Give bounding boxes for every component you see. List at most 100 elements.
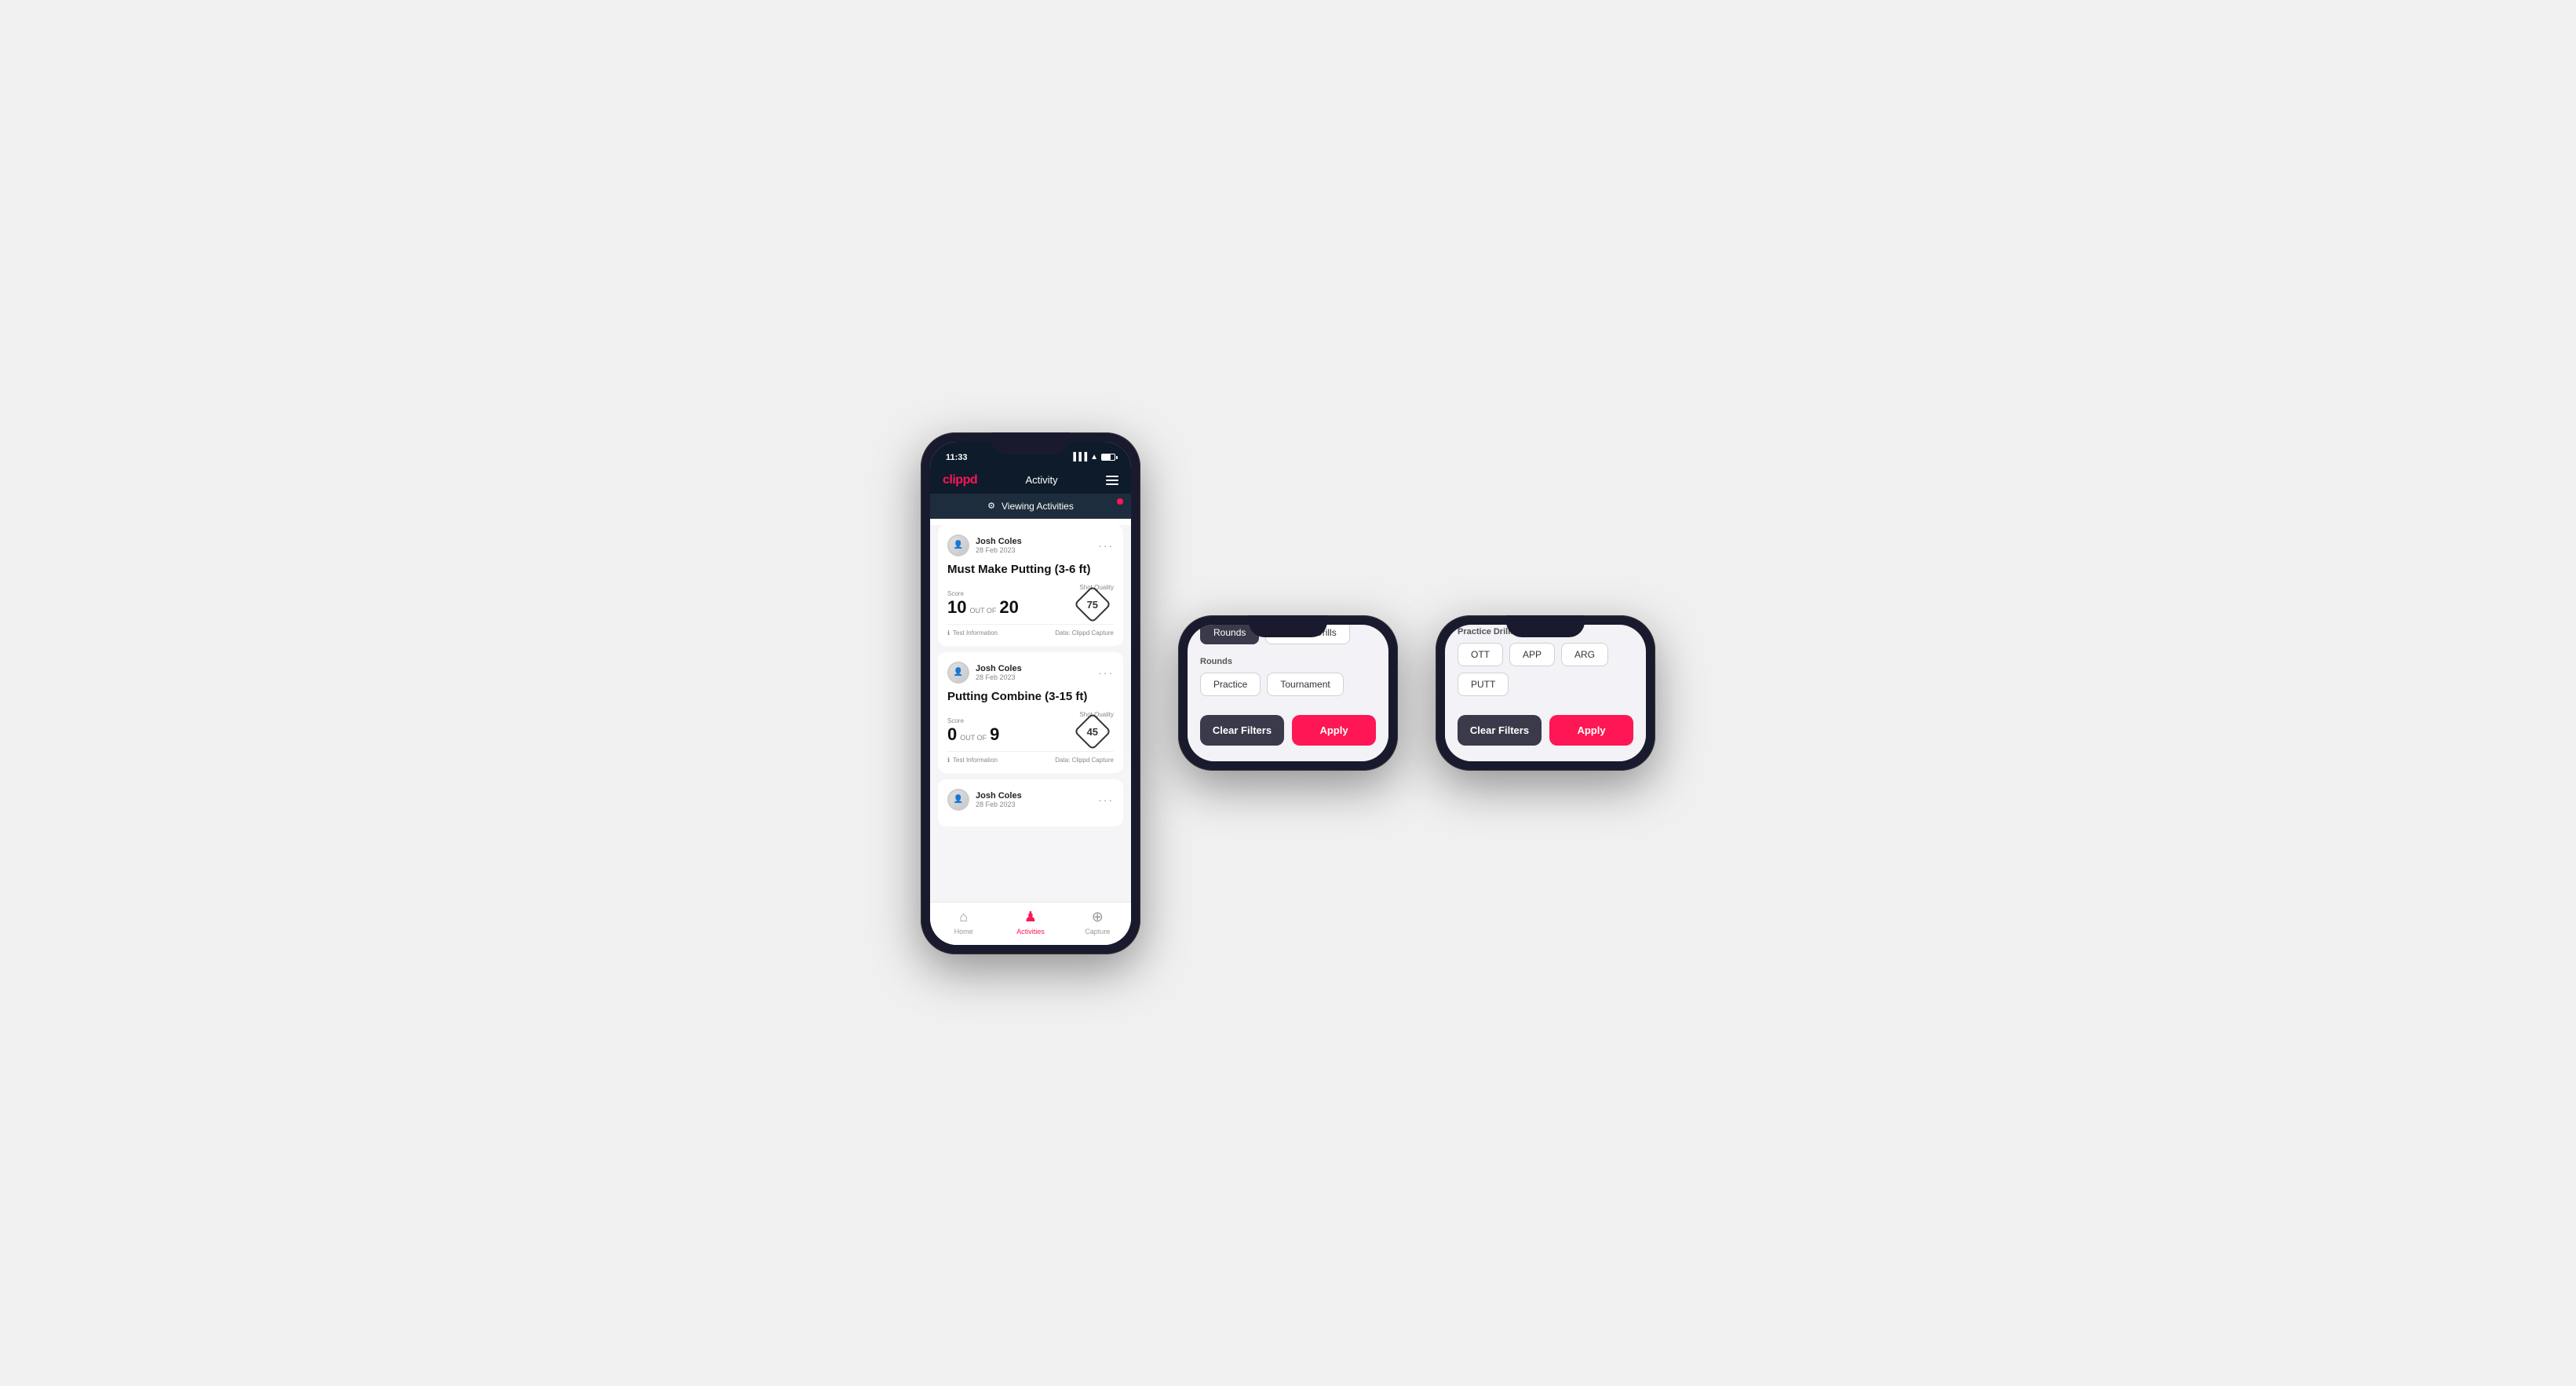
logo-1: clippd bbox=[943, 473, 977, 487]
nav-capture-1[interactable]: ⊕ Capture bbox=[1074, 909, 1121, 936]
app-button-3[interactable]: APP bbox=[1509, 643, 1555, 666]
avatar-3: 👤 bbox=[947, 789, 969, 811]
avatar-circle-1: 👤 bbox=[947, 534, 969, 556]
shot-quality-badge-1: 75 bbox=[1074, 585, 1111, 622]
score-label-2: Score bbox=[947, 717, 999, 724]
menu-button-1[interactable] bbox=[1106, 476, 1118, 485]
activities-icon-1: ♟ bbox=[1024, 909, 1037, 925]
phone-2: 11:33 ▐▐▐ ▲ clippd Activity ⚙ bbox=[1178, 615, 1398, 771]
out-of-2: OUT OF bbox=[960, 734, 987, 742]
screen-content-1: 👤 Josh Coles 28 Feb 2023 ··· Must Make P… bbox=[930, 525, 1131, 902]
filter-overlay-3: Filter ✕ Show Rounds Practice Drills Pra… bbox=[1445, 625, 1646, 761]
shot-quality-badge-2: 45 bbox=[1074, 712, 1111, 750]
footer-right-1: Data: Clippd Capture bbox=[1055, 629, 1114, 636]
score-group-1: Score 10 OUT OF 20 bbox=[947, 590, 1019, 618]
bottom-nav-1: ⌂ Home ♟ Activities ⊕ Capture bbox=[930, 902, 1131, 945]
user-date-3: 28 Feb 2023 bbox=[976, 801, 1022, 808]
user-date-2: 28 Feb 2023 bbox=[976, 673, 1022, 681]
shot-quality-group-2: Shot Quality 45 bbox=[1079, 711, 1114, 745]
modal-actions-2: Clear Filters Apply bbox=[1200, 715, 1376, 746]
score-label-1: Score bbox=[947, 590, 1019, 597]
filter-overlay-2: Filter ✕ Show Rounds Practice Drills Rou… bbox=[1188, 625, 1388, 761]
card-header-1: 👤 Josh Coles 28 Feb 2023 ··· bbox=[947, 534, 1114, 556]
notch-1 bbox=[991, 432, 1070, 454]
apply-button-3[interactable]: Apply bbox=[1549, 715, 1633, 746]
home-label-1: Home bbox=[954, 928, 973, 936]
info-icon-1: ℹ bbox=[947, 629, 950, 636]
clear-filters-button-2[interactable]: Clear Filters bbox=[1200, 715, 1284, 746]
screens-container: 11:33 ▐▐▐ ▲ clippd Activity ⚙ bbox=[921, 432, 1655, 954]
more-menu-2[interactable]: ··· bbox=[1098, 666, 1114, 679]
banner-text-1: Viewing Activities bbox=[1002, 501, 1074, 512]
avatar-1: 👤 bbox=[947, 534, 969, 556]
header-title-1: Activity bbox=[1025, 474, 1057, 486]
shot-quality-value-1: 75 bbox=[1087, 598, 1098, 610]
user-name-2: Josh Coles bbox=[976, 664, 1022, 673]
phone-1: 11:33 ▐▐▐ ▲ clippd Activity ⚙ bbox=[921, 432, 1140, 954]
phone-inner-2: 11:33 ▐▐▐ ▲ clippd Activity ⚙ bbox=[1188, 625, 1388, 761]
rounds-section-label-2: Rounds bbox=[1200, 657, 1376, 666]
user-info-2: 👤 Josh Coles 28 Feb 2023 bbox=[947, 662, 1022, 684]
phone-3: 11:33 ▐▐▐ ▲ clippd Activity ⚙ bbox=[1436, 615, 1655, 771]
nav-activities-1[interactable]: ♟ Activities bbox=[1007, 909, 1054, 936]
card-header-2: 👤 Josh Coles 28 Feb 2023 ··· bbox=[947, 662, 1114, 684]
wifi-icon-1: ▲ bbox=[1090, 453, 1098, 461]
practice-round-button-2[interactable]: Practice bbox=[1200, 673, 1261, 696]
score-value-1: 10 bbox=[947, 597, 966, 618]
more-menu-3[interactable]: ··· bbox=[1098, 793, 1114, 806]
score-value-2: 0 bbox=[947, 724, 957, 745]
nav-home-1[interactable]: ⌂ Home bbox=[940, 909, 987, 936]
card-header-3: 👤 Josh Coles 28 Feb 2023 ··· bbox=[947, 789, 1114, 811]
arg-button-3[interactable]: ARG bbox=[1561, 643, 1608, 666]
rounds-filter-buttons-2: Practice Tournament bbox=[1200, 673, 1376, 696]
card-footer-1: ℹ Test Information Data: Clippd Capture bbox=[947, 624, 1114, 636]
ott-button-3[interactable]: OTT bbox=[1458, 643, 1503, 666]
user-info-3: 👤 Josh Coles 28 Feb 2023 bbox=[947, 789, 1022, 811]
filter-modal-3: Filter ✕ Show Rounds Practice Drills Pra… bbox=[1445, 625, 1646, 761]
phone-inner-1: 11:33 ▐▐▐ ▲ clippd Activity ⚙ bbox=[930, 442, 1131, 945]
footer-left-1: ℹ Test Information bbox=[947, 629, 998, 636]
tournament-button-2[interactable]: Tournament bbox=[1267, 673, 1343, 696]
app-header-1: clippd Activity bbox=[930, 467, 1131, 494]
footer-right-2: Data: Clippd Capture bbox=[1055, 757, 1114, 764]
activities-label-1: Activities bbox=[1016, 928, 1045, 936]
shots-value-2: 9 bbox=[990, 724, 999, 745]
notch-3 bbox=[1506, 615, 1585, 637]
user-meta-1: Josh Coles 28 Feb 2023 bbox=[976, 537, 1022, 554]
user-date-1: 28 Feb 2023 bbox=[976, 546, 1022, 554]
activity-card-3: 👤 Josh Coles 28 Feb 2023 ··· bbox=[938, 779, 1123, 826]
user-meta-2: Josh Coles 28 Feb 2023 bbox=[976, 664, 1022, 681]
user-name-3: Josh Coles bbox=[976, 791, 1022, 801]
more-menu-1[interactable]: ··· bbox=[1098, 539, 1114, 552]
avatar-2: 👤 bbox=[947, 662, 969, 684]
putt-button-3[interactable]: PUTT bbox=[1458, 673, 1509, 696]
info-icon-2: ℹ bbox=[947, 757, 950, 764]
user-name-1: Josh Coles bbox=[976, 537, 1022, 546]
activity-card-2: 👤 Josh Coles 28 Feb 2023 ··· Putting Com… bbox=[938, 652, 1123, 773]
apply-button-2[interactable]: Apply bbox=[1292, 715, 1376, 746]
capture-label-1: Capture bbox=[1085, 928, 1110, 936]
score-group-2: Score 0 OUT OF 9 bbox=[947, 717, 999, 745]
red-dot-1 bbox=[1117, 498, 1123, 505]
clear-filters-button-3[interactable]: Clear Filters bbox=[1458, 715, 1542, 746]
activity-title-1: Must Make Putting (3-6 ft) bbox=[947, 563, 1114, 576]
notch-2 bbox=[1249, 615, 1327, 637]
viewing-banner-1[interactable]: ⚙ Viewing Activities bbox=[930, 494, 1131, 519]
user-meta-3: Josh Coles 28 Feb 2023 bbox=[976, 791, 1022, 808]
footer-left-2: ℹ Test Information bbox=[947, 757, 998, 764]
modal-actions-3: Clear Filters Apply bbox=[1458, 715, 1633, 746]
battery-icon-1 bbox=[1101, 454, 1115, 461]
filter-modal-2: Filter ✕ Show Rounds Practice Drills Rou… bbox=[1188, 625, 1388, 761]
avatar-circle-3: 👤 bbox=[947, 789, 969, 811]
shot-quality-group-1: Shot Quality 75 bbox=[1079, 584, 1114, 618]
avatar-circle-2: 👤 bbox=[947, 662, 969, 684]
signal-icon-1: ▐▐▐ bbox=[1071, 453, 1087, 461]
shot-quality-value-2: 45 bbox=[1087, 725, 1098, 737]
status-icons-1: ▐▐▐ ▲ bbox=[1071, 453, 1115, 461]
card-footer-2: ℹ Test Information Data: Clippd Capture bbox=[947, 751, 1114, 764]
user-info-1: 👤 Josh Coles 28 Feb 2023 bbox=[947, 534, 1022, 556]
out-of-1: OUT OF bbox=[969, 607, 996, 615]
time-1: 11:33 bbox=[946, 453, 968, 462]
phone-inner-3: 11:33 ▐▐▐ ▲ clippd Activity ⚙ bbox=[1445, 625, 1646, 761]
filter-icon-1: ⚙ bbox=[987, 501, 995, 511]
